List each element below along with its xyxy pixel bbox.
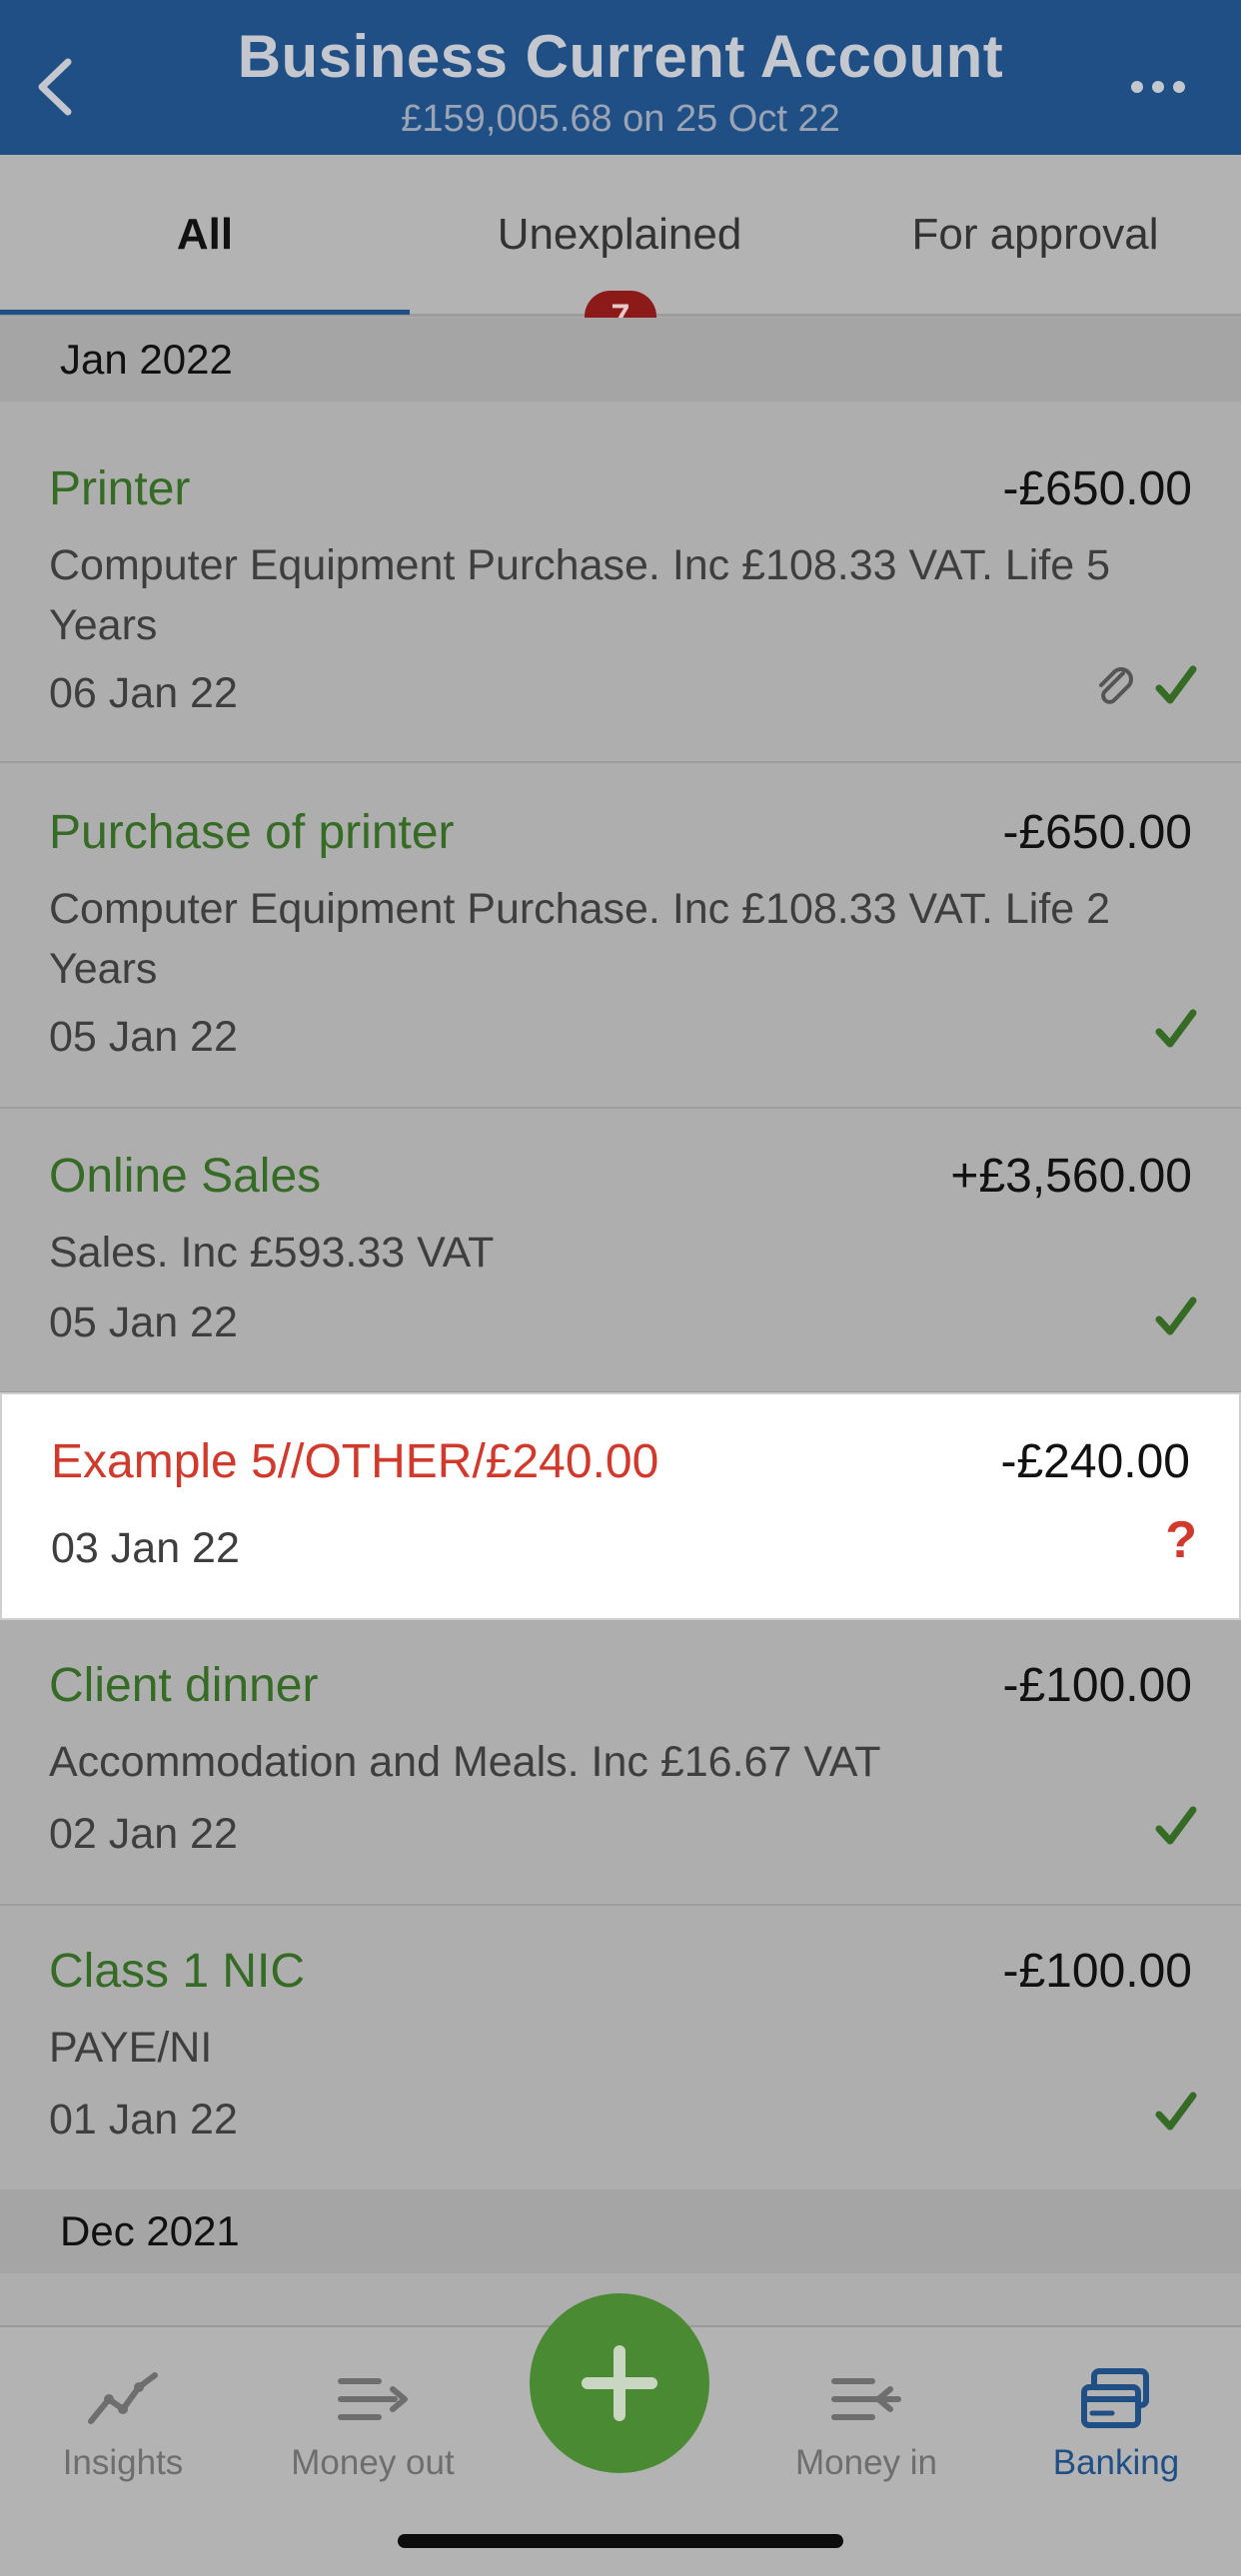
transaction-date: 05 Jan 22 — [49, 1013, 238, 1061]
transaction-amount: -£100.00 — [1002, 1659, 1193, 1712]
banking-cards-icon — [1081, 2368, 1149, 2428]
trend-line-icon — [88, 2372, 158, 2424]
section-header: Dec 2021 — [0, 2189, 1241, 2273]
transaction-title: Purchase of printer — [49, 806, 455, 859]
active-tab-indicator — [0, 310, 410, 315]
transaction-amount: -£650.00 — [1002, 462, 1193, 515]
transaction-amount: -£100.00 — [1002, 1945, 1193, 1998]
tab-for-approval[interactable]: For approval — [829, 210, 1241, 260]
filter-tabs: All Unexplained For approval 7 — [0, 155, 1241, 343]
money-out-icon — [338, 2378, 408, 2420]
app-header: Business Current Account £159,005.68 on … — [0, 0, 1241, 155]
nav-label: Insights — [62, 2443, 184, 2482]
transaction-description: PAYE/NI — [49, 2024, 213, 2072]
question-mark-icon: ? — [1165, 1511, 1197, 1569]
account-balance: £159,005.68 on 25 Oct 22 — [401, 98, 840, 140]
transaction-date: 01 Jan 22 — [49, 2096, 238, 2144]
transaction-title: Class 1 NIC — [49, 1945, 306, 1998]
home-indicator — [398, 2534, 843, 2548]
nav-money-out[interactable]: Money out — [253, 2347, 493, 2483]
transaction-amount: -£240.00 — [1000, 1435, 1191, 1488]
paperclip-icon — [1099, 667, 1133, 704]
nav-money-in[interactable]: Money in — [746, 2347, 986, 2483]
transaction-row[interactable]: Class 1 NIC -£100.00 PAYE/NI 01 Jan 22 — [0, 1906, 1241, 2189]
transaction-description: Sales. Inc £593.33 VAT — [49, 1229, 495, 1277]
transaction-title: Online Sales — [49, 1150, 322, 1203]
transaction-date: 02 Jan 22 — [49, 1810, 238, 1858]
nav-label: Banking — [1052, 2443, 1180, 2482]
add-transaction-button[interactable] — [530, 2293, 709, 2473]
section-header: Jan 2022 — [0, 318, 1241, 402]
checkmark-icon — [1155, 1806, 1197, 1845]
tab-all[interactable]: All — [0, 210, 410, 260]
status-icons — [1153, 1007, 1199, 1053]
transaction-title: Printer — [49, 462, 191, 515]
transaction-description: Computer Equipment Purchase. Inc £108.33… — [49, 541, 1111, 649]
status-icons: ? — [1165, 1510, 1197, 1570]
more-horizontal-icon[interactable] — [1125, 62, 1191, 112]
status-icons — [1093, 663, 1199, 709]
transaction-amount: +£3,560.00 — [950, 1150, 1192, 1203]
transaction-row[interactable]: Printer -£650.00 Computer Equipment Purc… — [0, 416, 1241, 763]
checkmark-icon — [1155, 1296, 1197, 1335]
transaction-date: 03 Jan 22 — [51, 1524, 240, 1572]
transaction-description: Computer Equipment Purchase. Inc £108.33… — [49, 885, 1111, 993]
transaction-title: Example 5//OTHER/£240.00 — [51, 1435, 659, 1488]
page-title: Business Current Account — [237, 23, 1004, 90]
plus-icon — [582, 2345, 657, 2421]
transaction-row[interactable]: Purchase of printer -£650.00 Computer Eq… — [0, 763, 1241, 1109]
nav-insights[interactable]: Insights — [3, 2347, 243, 2483]
tab-unexplained[interactable]: Unexplained — [410, 210, 829, 260]
transaction-title: Client dinner — [49, 1659, 319, 1712]
checkmark-icon — [1155, 665, 1197, 704]
checkmark-icon — [1155, 2092, 1197, 2131]
transaction-row[interactable]: Online Sales +£3,560.00 Sales. Inc £593.… — [0, 1109, 1241, 1393]
status-icons — [1153, 1804, 1199, 1850]
transaction-date: 06 Jan 22 — [49, 669, 238, 717]
transaction-row-unexplained[interactable]: Example 5//OTHER/£240.00 -£240.00 03 Jan… — [0, 1392, 1241, 1620]
money-in-icon — [831, 2378, 901, 2420]
status-icons — [1153, 2090, 1199, 2136]
transaction-date: 05 Jan 22 — [49, 1298, 238, 1346]
nav-label: Money out — [291, 2443, 455, 2482]
transaction-row[interactable]: Client dinner -£100.00 Accommodation and… — [0, 1620, 1241, 1906]
status-icons — [1153, 1294, 1199, 1340]
checkmark-icon — [1155, 1009, 1197, 1048]
nav-banking[interactable]: Banking — [996, 2347, 1236, 2483]
nav-label: Money in — [794, 2443, 938, 2482]
transaction-description: Accommodation and Meals. Inc £16.67 VAT — [49, 1738, 881, 1786]
transaction-amount: -£650.00 — [1002, 806, 1193, 859]
